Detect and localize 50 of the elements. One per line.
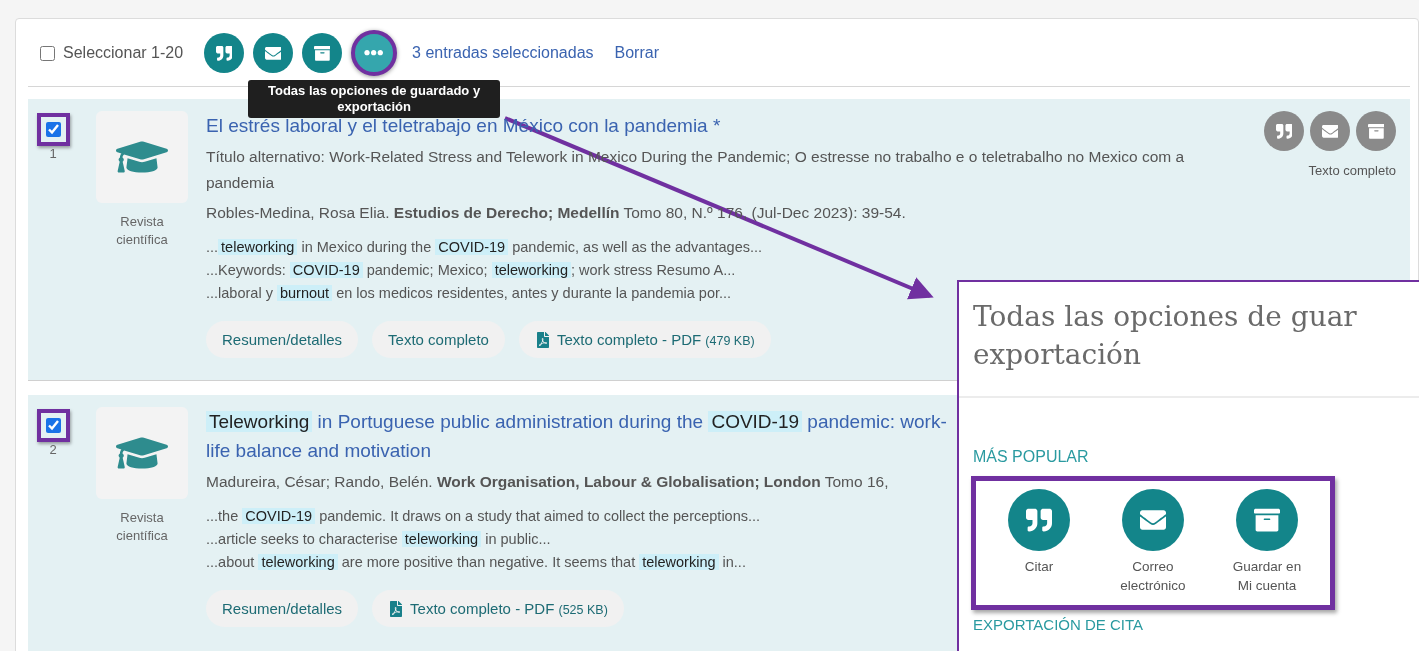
- record-link[interactable]: Texto completo: [372, 321, 505, 358]
- pdf-full-text-link[interactable]: Texto completo - PDF (525 KB): [372, 590, 624, 627]
- save-button[interactable]: [1356, 111, 1396, 151]
- envelope-icon: [264, 44, 282, 62]
- archive-box-icon: [1254, 507, 1280, 533]
- cite-button[interactable]: Citar: [986, 489, 1092, 595]
- panel-title: Todas las opciones de guar exportación: [959, 282, 1419, 398]
- record-title-link[interactable]: Teleworking in Portuguese public administration during the COVID-19 pandemic: work-life balance and motivation: [206, 407, 951, 465]
- email-button[interactable]: [1310, 111, 1350, 151]
- quote-icon: [215, 44, 233, 62]
- record-number: 1: [49, 146, 57, 161]
- archive-box-icon: [313, 44, 331, 62]
- cite-button[interactable]: [204, 33, 245, 73]
- pdf-icon: [534, 331, 551, 348]
- email-button[interactable]: [253, 33, 294, 73]
- citation-source: Madureira, César; Rando, Belén. Work Organisation, Labour & Globalisation; London Tomo 16,: [206, 472, 890, 492]
- snippet-text: ...article seeks to characterise teleworking in public...: [206, 530, 552, 549]
- select-all-label: Seleccionar 1-20: [63, 44, 184, 62]
- snippet-text: ...the COVID-19 pandemic. It draws on a study that aimed to collect the perceptions...: [206, 507, 762, 526]
- snippet-text: ...Keywords: COVID-19 pandemic; Mexico; teleworking ; work stress Resumo A...: [206, 261, 737, 280]
- record-number: 2: [49, 442, 57, 457]
- selected-count-link[interactable]: 3 entradas seleccionadas: [412, 44, 594, 62]
- link-label: Texto completo - PDF (479 KB): [556, 331, 755, 348]
- record-checkbox[interactable]: [45, 122, 61, 137]
- envelope-icon: [1321, 122, 1339, 140]
- clear-link[interactable]: Borrar: [614, 44, 659, 62]
- pdf-icon: [388, 600, 405, 617]
- snippet-text: ... teleworking in Mexico during the COVID-19 pandemic, as well as the advantages...: [206, 238, 764, 257]
- source-type: Revista científica: [115, 509, 169, 545]
- tooltip: Todas las opciones de guardado y exportación: [248, 80, 501, 118]
- more-options-button[interactable]: [351, 30, 398, 76]
- section-heading: EXPORTACIÓN DE CITA: [972, 615, 1145, 633]
- envelope-icon: [1140, 507, 1166, 533]
- quote-icon: [1275, 122, 1293, 140]
- snippet-text: ...about teleworking are more positive than negative. It seems that teleworking in...: [206, 553, 747, 572]
- cite-button[interactable]: [1264, 111, 1304, 151]
- save-button[interactable]: Guardar en Mi cuenta: [1214, 489, 1320, 595]
- link-label: Texto completo - PDF (525 KB): [410, 600, 608, 617]
- source-type: Revista científica: [115, 213, 169, 249]
- section-heading: MÁS POPULAR: [972, 446, 1090, 467]
- record-link[interactable]: Resumen/detalles: [206, 321, 359, 358]
- record-link[interactable]: Resumen/detalles: [206, 590, 359, 627]
- pdf-full-text-link[interactable]: Texto completo - PDF (479 KB): [518, 321, 771, 358]
- select-all-checkbox[interactable]: [40, 45, 55, 61]
- email-button[interactable]: Correo electrónico: [1100, 489, 1206, 595]
- archive-box-icon: [1367, 122, 1385, 140]
- record-checkbox[interactable]: [45, 418, 61, 433]
- quote-icon: [1026, 507, 1052, 533]
- full-text-note: Texto completo: [1308, 163, 1396, 178]
- save-button[interactable]: [302, 33, 343, 73]
